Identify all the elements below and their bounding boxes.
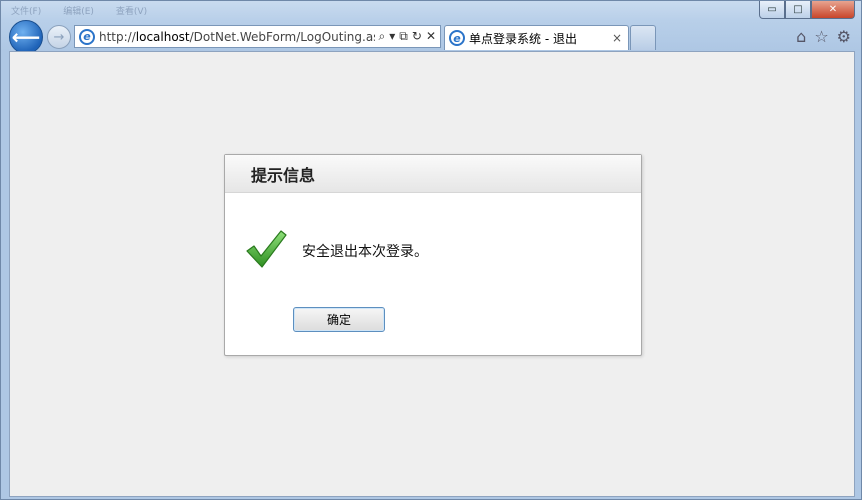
forward-button[interactable]: → bbox=[47, 25, 71, 49]
back-button[interactable]: ⟵ bbox=[9, 20, 43, 54]
refresh-icon[interactable]: ↻ bbox=[412, 29, 422, 44]
url-host: localhost bbox=[135, 29, 190, 44]
info-dialog: 提示信息 安全退出本次登录。 确定 bbox=[224, 154, 642, 356]
close-window-button[interactable]: ✕ bbox=[811, 1, 855, 19]
new-tab-button[interactable] bbox=[630, 25, 656, 50]
dialog-title: 提示信息 bbox=[225, 155, 641, 193]
menu-bar: 文件(F) 编辑(E) 查看(V) bbox=[11, 4, 147, 17]
arrow-right-icon: → bbox=[53, 29, 65, 45]
minimize-button[interactable]: ▭ bbox=[759, 1, 785, 19]
url-text[interactable]: http://localhost/DotNet.WebForm/LogOutin… bbox=[99, 30, 375, 44]
home-icon[interactable]: ⌂ bbox=[796, 27, 806, 46]
ie-page-icon: e bbox=[79, 28, 95, 45]
page-viewport: 提示信息 安全退出本次登录。 确定 bbox=[9, 51, 855, 497]
ie-tab-icon: e bbox=[449, 30, 465, 46]
gear-icon[interactable]: ⚙ bbox=[837, 27, 851, 46]
compatibility-view-icon[interactable]: ⧉ bbox=[399, 29, 408, 44]
close-tab-icon[interactable]: × bbox=[610, 31, 624, 45]
url-path: /DotNet.WebForm/LogOuting.asp bbox=[189, 29, 375, 44]
address-tools: ⌕ ▾ ⧉ ↻ ✕ bbox=[375, 29, 440, 44]
window-controls: ▭ □ ✕ bbox=[759, 1, 855, 19]
menu-edit[interactable]: 编辑(E) bbox=[63, 4, 94, 17]
browser-toolbar-icons: ⌂ ☆ ⚙ bbox=[796, 27, 851, 46]
address-bar[interactable]: e http://localhost/DotNet.WebForm/LogOut… bbox=[74, 25, 441, 48]
menu-view[interactable]: 查看(V) bbox=[116, 4, 147, 17]
ok-button[interactable]: 确定 bbox=[293, 307, 385, 332]
checkmark-icon bbox=[246, 230, 287, 268]
dialog-body: 安全退出本次登录。 确定 bbox=[225, 193, 641, 355]
tab-title: 单点登录系统 - 退出 bbox=[469, 31, 577, 46]
dropdown-icon[interactable]: ▾ bbox=[389, 29, 395, 44]
star-icon[interactable]: ☆ bbox=[814, 27, 828, 46]
arrow-left-icon: ⟵ bbox=[11, 25, 41, 49]
browser-window: 文件(F) 编辑(E) 查看(V) ▭ □ ✕ ⟵ → e http://loc… bbox=[0, 0, 862, 500]
tab-logout[interactable]: e 单点登录系统 - 退出 × bbox=[444, 25, 629, 50]
logout-message: 安全退出本次登录。 bbox=[302, 244, 428, 260]
url-scheme: http:// bbox=[99, 29, 136, 44]
menu-file[interactable]: 文件(F) bbox=[11, 4, 41, 17]
stop-icon[interactable]: ✕ bbox=[426, 29, 436, 44]
maximize-button[interactable]: □ bbox=[785, 1, 811, 19]
search-icon[interactable]: ⌕ bbox=[379, 29, 386, 44]
